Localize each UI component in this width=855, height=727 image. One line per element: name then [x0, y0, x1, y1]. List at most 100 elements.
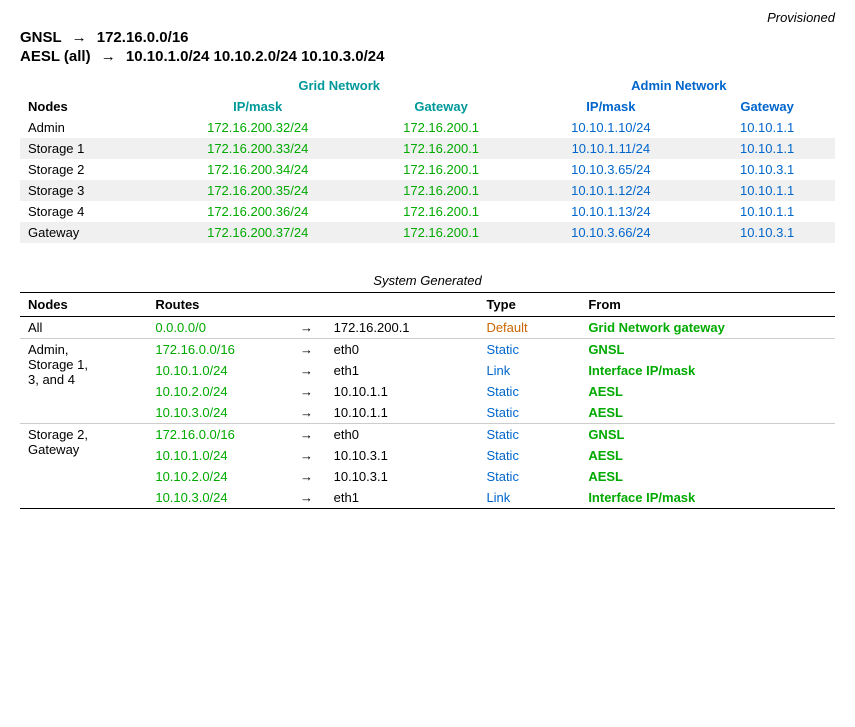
grid-ip: 172.16.200.37/24 [156, 222, 360, 243]
route-type: Static [478, 466, 580, 487]
admin-ip: 10.10.1.10/24 [523, 117, 700, 138]
admin-ip: 10.10.1.11/24 [523, 138, 700, 159]
route-from: AESL [580, 381, 835, 402]
grid-ipmask-col-label: IP/mask [156, 96, 360, 117]
system-generated-label: System Generated [20, 273, 835, 288]
route-from: GNSL [580, 339, 835, 361]
route-arrow: → [287, 317, 325, 339]
nodes-col-label: Nodes [20, 96, 156, 117]
route-node: Storage 2,Gateway [20, 424, 147, 509]
admin-gw: 10.10.3.1 [699, 159, 835, 180]
routes-table: Nodes Routes Type From All 0.0.0.0/0 → 1… [20, 292, 835, 509]
route-from: Interface IP/mask [580, 360, 835, 381]
route-type: Link [478, 360, 580, 381]
aesl-line: AESL (all) → 10.10.1.0/24 10.10.2.0/24 1… [20, 48, 835, 65]
route-ip: 0.0.0.0/0 [147, 317, 287, 339]
route-dest: eth1 [326, 487, 479, 509]
network-table: Grid Network Admin Network Nodes IP/mask… [20, 75, 835, 243]
route-dest: eth0 [326, 424, 479, 446]
grid-gw: 172.16.200.1 [360, 201, 523, 222]
route-ip: 172.16.0.0/16 [147, 424, 287, 446]
admin-ip: 10.10.3.66/24 [523, 222, 700, 243]
grid-ip: 172.16.200.35/24 [156, 180, 360, 201]
grid-ip: 172.16.200.32/24 [156, 117, 360, 138]
node-name: Admin [20, 117, 156, 138]
route-from: Interface IP/mask [580, 487, 835, 509]
grid-network-header: Grid Network [156, 75, 523, 96]
route-dest: eth0 [326, 339, 479, 361]
node-name: Storage 2 [20, 159, 156, 180]
route-dest: 10.10.1.1 [326, 402, 479, 424]
admin-ip: 10.10.1.13/24 [523, 201, 700, 222]
table-row: Storage 2 172.16.200.34/24 172.16.200.1 … [20, 159, 835, 180]
node-name: Gateway [20, 222, 156, 243]
route-node: Admin,Storage 1,3, and 4 [20, 339, 147, 424]
grid-ip: 172.16.200.34/24 [156, 159, 360, 180]
table-row: Storage 4 172.16.200.36/24 172.16.200.1 … [20, 201, 835, 222]
table-row: Admin,Storage 1,3, and 4 172.16.0.0/16 →… [20, 339, 835, 361]
route-dest: 10.10.1.1 [326, 381, 479, 402]
table-row: Admin 172.16.200.32/24 172.16.200.1 10.1… [20, 117, 835, 138]
route-arrow: → [287, 360, 325, 381]
grid-gateway-col-label: Gateway [360, 96, 523, 117]
route-node: All [20, 317, 147, 339]
route-dest: eth1 [326, 360, 479, 381]
node-name: Storage 4 [20, 201, 156, 222]
route-from: AESL [580, 466, 835, 487]
routes-type-col: Type [478, 293, 580, 317]
route-from: AESL [580, 402, 835, 424]
node-name: Storage 3 [20, 180, 156, 201]
routes-from-col: From [580, 293, 835, 317]
routes-routes-col: Routes [147, 293, 287, 317]
node-name: Storage 1 [20, 138, 156, 159]
routes-arrow-col [287, 293, 325, 317]
route-arrow: → [287, 402, 325, 424]
route-type: Link [478, 487, 580, 509]
route-arrow: → [287, 445, 325, 466]
route-dest: 172.16.200.1 [326, 317, 479, 339]
gnsl-value: 172.16.0.0/16 [97, 29, 189, 46]
route-from: Grid Network gateway [580, 317, 835, 339]
grid-ip: 172.16.200.36/24 [156, 201, 360, 222]
route-dest: 10.10.3.1 [326, 445, 479, 466]
route-ip: 172.16.0.0/16 [147, 339, 287, 361]
route-ip: 10.10.2.0/24 [147, 466, 287, 487]
grid-gw: 172.16.200.1 [360, 117, 523, 138]
gnsl-arrow: → [72, 29, 87, 46]
admin-gw: 10.10.1.1 [699, 180, 835, 201]
table-row: Gateway 172.16.200.37/24 172.16.200.1 10… [20, 222, 835, 243]
aesl-arrow: → [101, 48, 116, 65]
gnsl-label: GNSL [20, 29, 61, 46]
aesl-values: 10.10.1.0/24 10.10.2.0/24 10.10.3.0/24 [126, 48, 385, 65]
route-from: AESL [580, 445, 835, 466]
routes-dest-col [326, 293, 479, 317]
route-type: Static [478, 402, 580, 424]
route-ip: 10.10.3.0/24 [147, 487, 287, 509]
table-row: Storage 2,Gateway 172.16.0.0/16 → eth0 S… [20, 424, 835, 446]
grid-gw: 172.16.200.1 [360, 180, 523, 201]
route-arrow: → [287, 424, 325, 446]
admin-gw: 10.10.1.1 [699, 117, 835, 138]
admin-gw: 10.10.1.1 [699, 138, 835, 159]
table-row: Storage 3 172.16.200.35/24 172.16.200.1 … [20, 180, 835, 201]
routes-nodes-col: Nodes [20, 293, 147, 317]
route-arrow: → [287, 466, 325, 487]
grid-gw: 172.16.200.1 [360, 222, 523, 243]
route-ip: 10.10.1.0/24 [147, 445, 287, 466]
route-type: Static [478, 339, 580, 361]
route-ip: 10.10.1.0/24 [147, 360, 287, 381]
aesl-label: AESL (all) [20, 48, 91, 65]
admin-ip: 10.10.1.12/24 [523, 180, 700, 201]
admin-ip: 10.10.3.65/24 [523, 159, 700, 180]
grid-gw: 172.16.200.1 [360, 159, 523, 180]
route-ip: 10.10.2.0/24 [147, 381, 287, 402]
admin-gw: 10.10.1.1 [699, 201, 835, 222]
route-dest: 10.10.3.1 [326, 466, 479, 487]
table-row: All 0.0.0.0/0 → 172.16.200.1 Default Gri… [20, 317, 835, 339]
route-arrow: → [287, 381, 325, 402]
route-type: Default [478, 317, 580, 339]
col-header-nodes [20, 75, 156, 96]
route-arrow: → [287, 339, 325, 361]
admin-gw: 10.10.3.1 [699, 222, 835, 243]
grid-gw: 172.16.200.1 [360, 138, 523, 159]
